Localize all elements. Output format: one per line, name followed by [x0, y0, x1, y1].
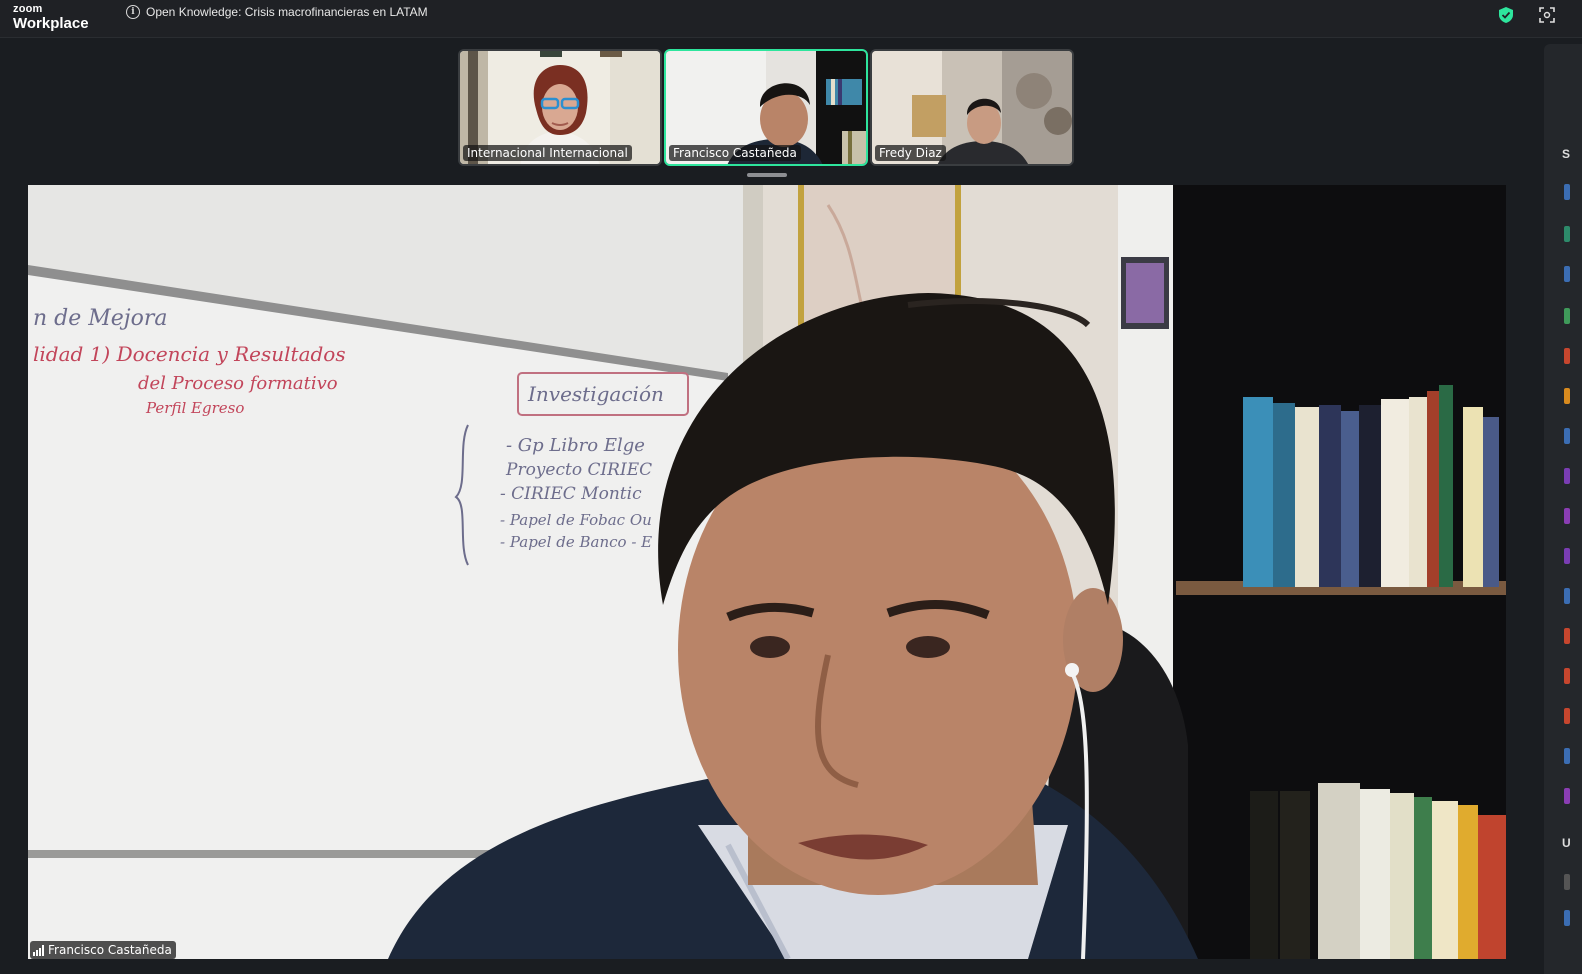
signal-icon — [33, 944, 44, 956]
whiteboard-text: - Papel de Fobac Ou — [500, 511, 652, 529]
shield-icon[interactable] — [1497, 6, 1515, 24]
app-logo: zoom Workplace — [13, 3, 89, 32]
side-panel-item[interactable] — [1564, 910, 1570, 926]
side-panel-item[interactable] — [1564, 266, 1570, 282]
meeting-info[interactable]: i Open Knowledge: Crisis macrofinanciera… — [126, 5, 428, 19]
side-panel-item[interactable] — [1564, 874, 1570, 890]
side-panel-item[interactable] — [1564, 308, 1570, 324]
main-speaker-video[interactable]: n de Mejora lidad 1) Docencia y Resultad… — [28, 185, 1506, 959]
participant-tile-fredy[interactable]: Fredy Diaz — [870, 49, 1074, 166]
side-panel-item[interactable] — [1564, 708, 1570, 724]
side-panel-item[interactable] — [1564, 588, 1570, 604]
info-icon[interactable]: i — [126, 5, 140, 19]
side-panel[interactable]: S U — [1544, 44, 1582, 974]
side-panel-label: U — [1562, 836, 1571, 850]
side-panel-item[interactable] — [1564, 668, 1570, 684]
meeting-title: Open Knowledge: Crisis macrofinancieras … — [146, 5, 428, 19]
side-panel-item[interactable] — [1564, 628, 1570, 644]
participant-name: Internacional Internacional — [463, 145, 632, 161]
participant-tile-francisco[interactable]: Francisco Castañeda — [664, 49, 868, 166]
participant-name: Francisco Castañeda — [669, 145, 801, 161]
participant-tile-internacional[interactable]: Internacional Internacional — [458, 49, 662, 166]
whiteboard-text: del Proceso formativo — [138, 373, 338, 394]
side-panel-item[interactable] — [1564, 184, 1570, 200]
side-panel-item[interactable] — [1564, 788, 1570, 804]
side-panel-item[interactable] — [1564, 348, 1570, 364]
speaker-name: Francisco Castañeda — [48, 943, 172, 957]
participant-name: Fredy Diaz — [875, 145, 946, 161]
whiteboard-text: n de Mejora — [33, 306, 168, 331]
brand-large: Workplace — [13, 15, 89, 32]
side-panel-item[interactable] — [1564, 508, 1570, 524]
whiteboard-text: lidad 1) Docencia y Resultados — [33, 342, 346, 366]
speaker-name-tag: Francisco Castañeda — [30, 941, 176, 959]
strip-resize-handle[interactable] — [747, 173, 787, 177]
whiteboard-text: - Gp Libro Elge — [506, 435, 645, 456]
side-panel-item[interactable] — [1564, 548, 1570, 564]
brand-small: zoom — [13, 3, 43, 15]
whiteboard-text: - CIRIEC Montic — [500, 484, 642, 504]
whiteboard-text: Perfil Egreso — [145, 399, 244, 417]
fullscreen-icon[interactable] — [1538, 6, 1556, 24]
participant-strip: Internacional Internacional Francisco Ca… — [458, 49, 1074, 166]
whiteboard-text: Investigación — [527, 382, 664, 406]
whiteboard-text: Proyecto CIRIEC — [505, 460, 652, 480]
whiteboard-text: - Papel de Banco - E — [500, 533, 652, 551]
title-bar: zoom Workplace i Open Knowledge: Crisis … — [0, 0, 1582, 38]
side-panel-item[interactable] — [1564, 748, 1570, 764]
side-panel-item[interactable] — [1564, 468, 1570, 484]
side-panel-item[interactable] — [1564, 428, 1570, 444]
speaker-video-frame: n de Mejora lidad 1) Docencia y Resultad… — [28, 185, 1506, 959]
side-panel-label: S — [1562, 147, 1571, 161]
side-panel-item[interactable] — [1564, 226, 1570, 242]
side-panel-item[interactable] — [1564, 388, 1570, 404]
